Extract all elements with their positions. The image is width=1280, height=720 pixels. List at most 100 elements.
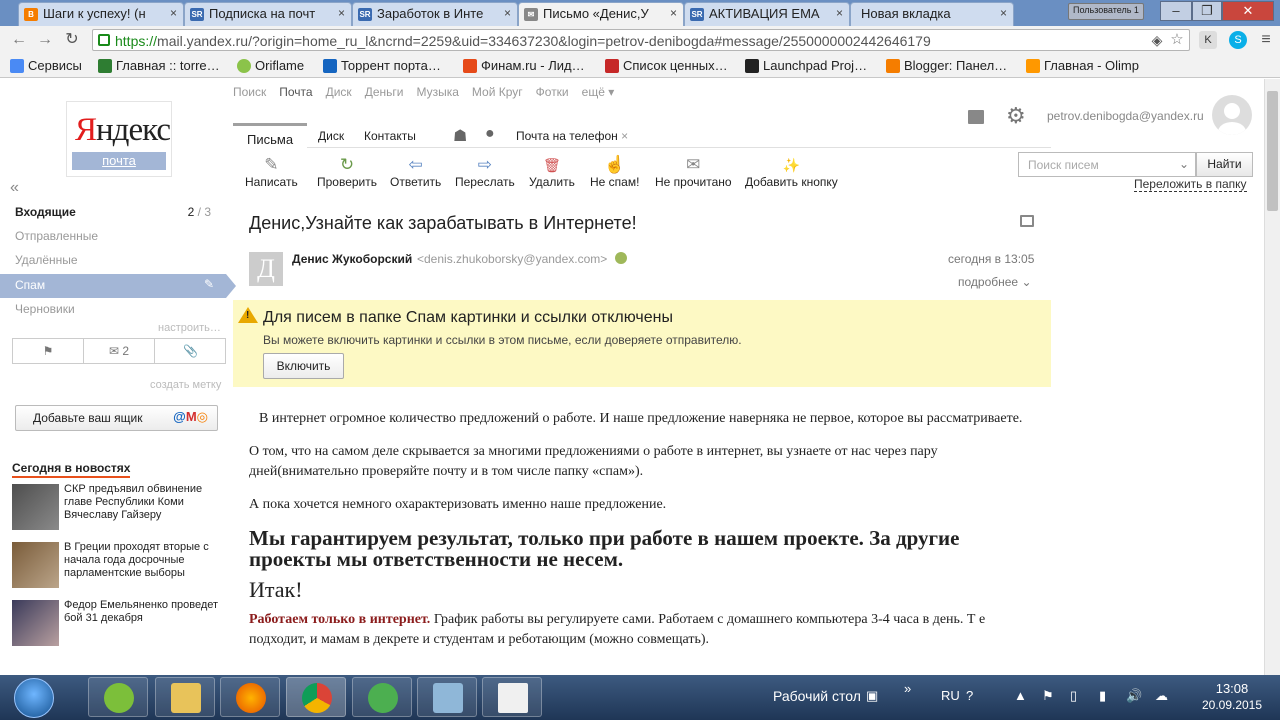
- broom-icon[interactable]: ✎: [204, 277, 214, 291]
- chevron-down-icon[interactable]: ⌄: [1179, 157, 1189, 171]
- maximize-button[interactable]: ❐: [1192, 1, 1222, 21]
- bookmark-oriflame[interactable]: Oriflame: [237, 58, 304, 73]
- browser-tab-2[interactable]: SR Подписка на почт ×: [184, 2, 352, 26]
- user-profile-badge[interactable]: Пользователь 1: [1068, 3, 1144, 20]
- add-mailbox-button[interactable]: Добавьте ваш ящик @M◎: [15, 405, 218, 431]
- bookmark-blogger[interactable]: Blogger: Панел…: [886, 58, 1007, 73]
- bookmark-olimp[interactable]: Главная - Olimp: [1026, 58, 1139, 73]
- skype-icon[interactable]: S: [1229, 31, 1247, 49]
- browser-tab-4[interactable]: ✉ Письмо «Денис,У ×: [518, 2, 684, 26]
- yandex-logo[interactable]: Яндекс почта: [66, 101, 172, 177]
- close-icon[interactable]: ×: [670, 6, 677, 20]
- android-icon[interactable]: ☗: [453, 126, 467, 146]
- nav-music[interactable]: Музыка: [416, 85, 458, 99]
- star-icon[interactable]: ☆: [1168, 31, 1186, 49]
- folder-inbox[interactable]: Входящие 2 / 3: [0, 201, 225, 225]
- mail-service-link[interactable]: почта: [72, 152, 166, 170]
- bookmark-launchpad[interactable]: Launchpad Proj…: [745, 58, 867, 73]
- sender-email[interactable]: <denis.zhukoborsky@yandex.com>: [417, 252, 607, 266]
- reply-button[interactable]: ⇦ Ответить: [390, 155, 441, 189]
- address-book-icon[interactable]: [968, 110, 984, 124]
- bookmark-services[interactable]: Сервисы: [10, 58, 82, 73]
- search-button[interactable]: Найти: [1196, 152, 1253, 177]
- user-email[interactable]: petrov.denibogda@yandex.ru: [1047, 109, 1204, 123]
- volume-icon[interactable]: 🔊: [1126, 688, 1142, 704]
- address-bar[interactable]: https://mail.yandex.ru/?origin=home_ru_l…: [92, 29, 1190, 51]
- network-icon[interactable]: ▮: [1099, 688, 1106, 704]
- taskbar-notes[interactable]: [417, 677, 477, 717]
- tray-expand-icon[interactable]: ▲: [1014, 688, 1027, 703]
- compose-button[interactable]: ✎ Написать: [245, 155, 298, 189]
- bookmark-torrents[interactable]: Главная :: torre…: [98, 58, 220, 73]
- folder-icon[interactable]: ▣: [866, 688, 878, 704]
- delete-button[interactable]: 🗑 Удалить: [529, 155, 575, 189]
- nav-photos[interactable]: Фотки: [536, 85, 569, 99]
- minimize-button[interactable]: –: [1160, 1, 1192, 21]
- attachment-filter-button[interactable]: 📎: [155, 339, 226, 363]
- back-icon[interactable]: ←: [8, 30, 30, 50]
- news-item[interactable]: В Греции проходят вторые с начала года д…: [12, 541, 227, 592]
- system-clock[interactable]: 13:08 20.09.2015: [1190, 681, 1274, 713]
- kaspersky-icon[interactable]: K: [1199, 31, 1217, 49]
- not-spam-button[interactable]: ☝ Не спам!: [590, 155, 639, 189]
- browser-tab-1[interactable]: B Шаги к успеху! (н ×: [18, 2, 184, 26]
- close-icon[interactable]: ×: [170, 6, 177, 20]
- add-button-button[interactable]: ✨ Добавить кнопку: [745, 155, 838, 189]
- tab-contacts[interactable]: Контакты: [364, 129, 416, 143]
- folder-spam[interactable]: Спам ✎: [0, 274, 236, 298]
- close-icon[interactable]: ×: [1000, 6, 1007, 20]
- close-icon[interactable]: ×: [836, 6, 843, 20]
- close-icon[interactable]: ×: [504, 6, 511, 20]
- menu-icon[interactable]: ≡: [1257, 31, 1275, 49]
- sender-name[interactable]: Денис Жукоборский: [292, 252, 412, 266]
- flag-filter-button[interactable]: ⚑: [13, 339, 84, 363]
- tab-letters[interactable]: Письма: [233, 123, 308, 150]
- taskbar-utorrent[interactable]: [352, 677, 412, 717]
- language-indicator[interactable]: RU: [941, 688, 960, 703]
- device-icon[interactable]: ▯: [1070, 688, 1077, 704]
- browser-tab-6[interactable]: Новая вкладка ×: [850, 2, 1014, 26]
- enable-images-button[interactable]: Включить: [263, 353, 344, 379]
- forward-icon[interactable]: →: [34, 30, 56, 50]
- tab-phone-mail[interactable]: Почта на телефон ×: [516, 129, 628, 143]
- browser-tab-5[interactable]: SR АКТИВАЦИЯ ЕМА ×: [684, 2, 850, 26]
- key-icon[interactable]: ◈: [1148, 31, 1166, 49]
- nav-mail[interactable]: Почта: [279, 85, 312, 99]
- folder-drafts[interactable]: Черновики: [0, 298, 225, 322]
- folder-sent[interactable]: Отправленные: [0, 225, 225, 249]
- page-scrollbar[interactable]: [1264, 79, 1280, 675]
- taskbar-document[interactable]: [482, 677, 542, 717]
- collapse-sidebar-icon[interactable]: «: [10, 179, 19, 197]
- unread-filter-button[interactable]: ✉ 2: [84, 339, 155, 363]
- scrollbar-thumb[interactable]: [1267, 91, 1278, 211]
- bookmark-finam[interactable]: Финам.ru - Лид…: [463, 58, 585, 73]
- forward-button[interactable]: ⇨ Переслать: [455, 155, 515, 189]
- close-icon[interactable]: ×: [621, 129, 628, 143]
- check-button[interactable]: ↻ Проверить: [317, 155, 377, 189]
- configure-folders-link[interactable]: настроить…: [158, 322, 221, 334]
- nav-disk[interactable]: Диск: [326, 85, 352, 99]
- taskbar-chrome[interactable]: [286, 677, 346, 717]
- nav-more[interactable]: ещё ▾: [582, 85, 615, 99]
- create-label-link[interactable]: создать метку: [150, 379, 221, 391]
- cloud-icon[interactable]: ☁: [1155, 688, 1168, 704]
- nav-moikrug[interactable]: Мой Круг: [472, 85, 523, 99]
- print-icon[interactable]: [1020, 215, 1034, 227]
- mark-unread-button[interactable]: ✉ Не прочитано: [655, 155, 732, 189]
- nav-search[interactable]: Поиск: [233, 85, 266, 99]
- taskbar-explorer[interactable]: [155, 677, 215, 717]
- browser-tab-3[interactable]: SR Заработок в Инте ×: [352, 2, 518, 26]
- apple-icon[interactable]: ●: [485, 125, 495, 143]
- help-icon[interactable]: ?: [966, 688, 973, 703]
- bookmark-securities[interactable]: Список ценных…: [605, 58, 728, 73]
- close-icon[interactable]: ×: [338, 6, 345, 20]
- folder-deleted[interactable]: Удалённые: [0, 249, 225, 273]
- move-to-folder-link[interactable]: Переложить в папку: [1134, 177, 1247, 192]
- details-link[interactable]: подробнее ⌄: [958, 275, 1032, 289]
- taskbar-firefox[interactable]: [220, 677, 280, 717]
- nav-money[interactable]: Деньги: [365, 85, 404, 99]
- news-item[interactable]: Федор Емельяненко проведет бой 31 декабр…: [12, 599, 227, 650]
- taskbar-app[interactable]: [88, 677, 148, 717]
- desktop-toolbar-label[interactable]: Рабочий стол: [773, 688, 861, 704]
- bookmark-torrent-portal[interactable]: Торрент порта…: [323, 58, 441, 73]
